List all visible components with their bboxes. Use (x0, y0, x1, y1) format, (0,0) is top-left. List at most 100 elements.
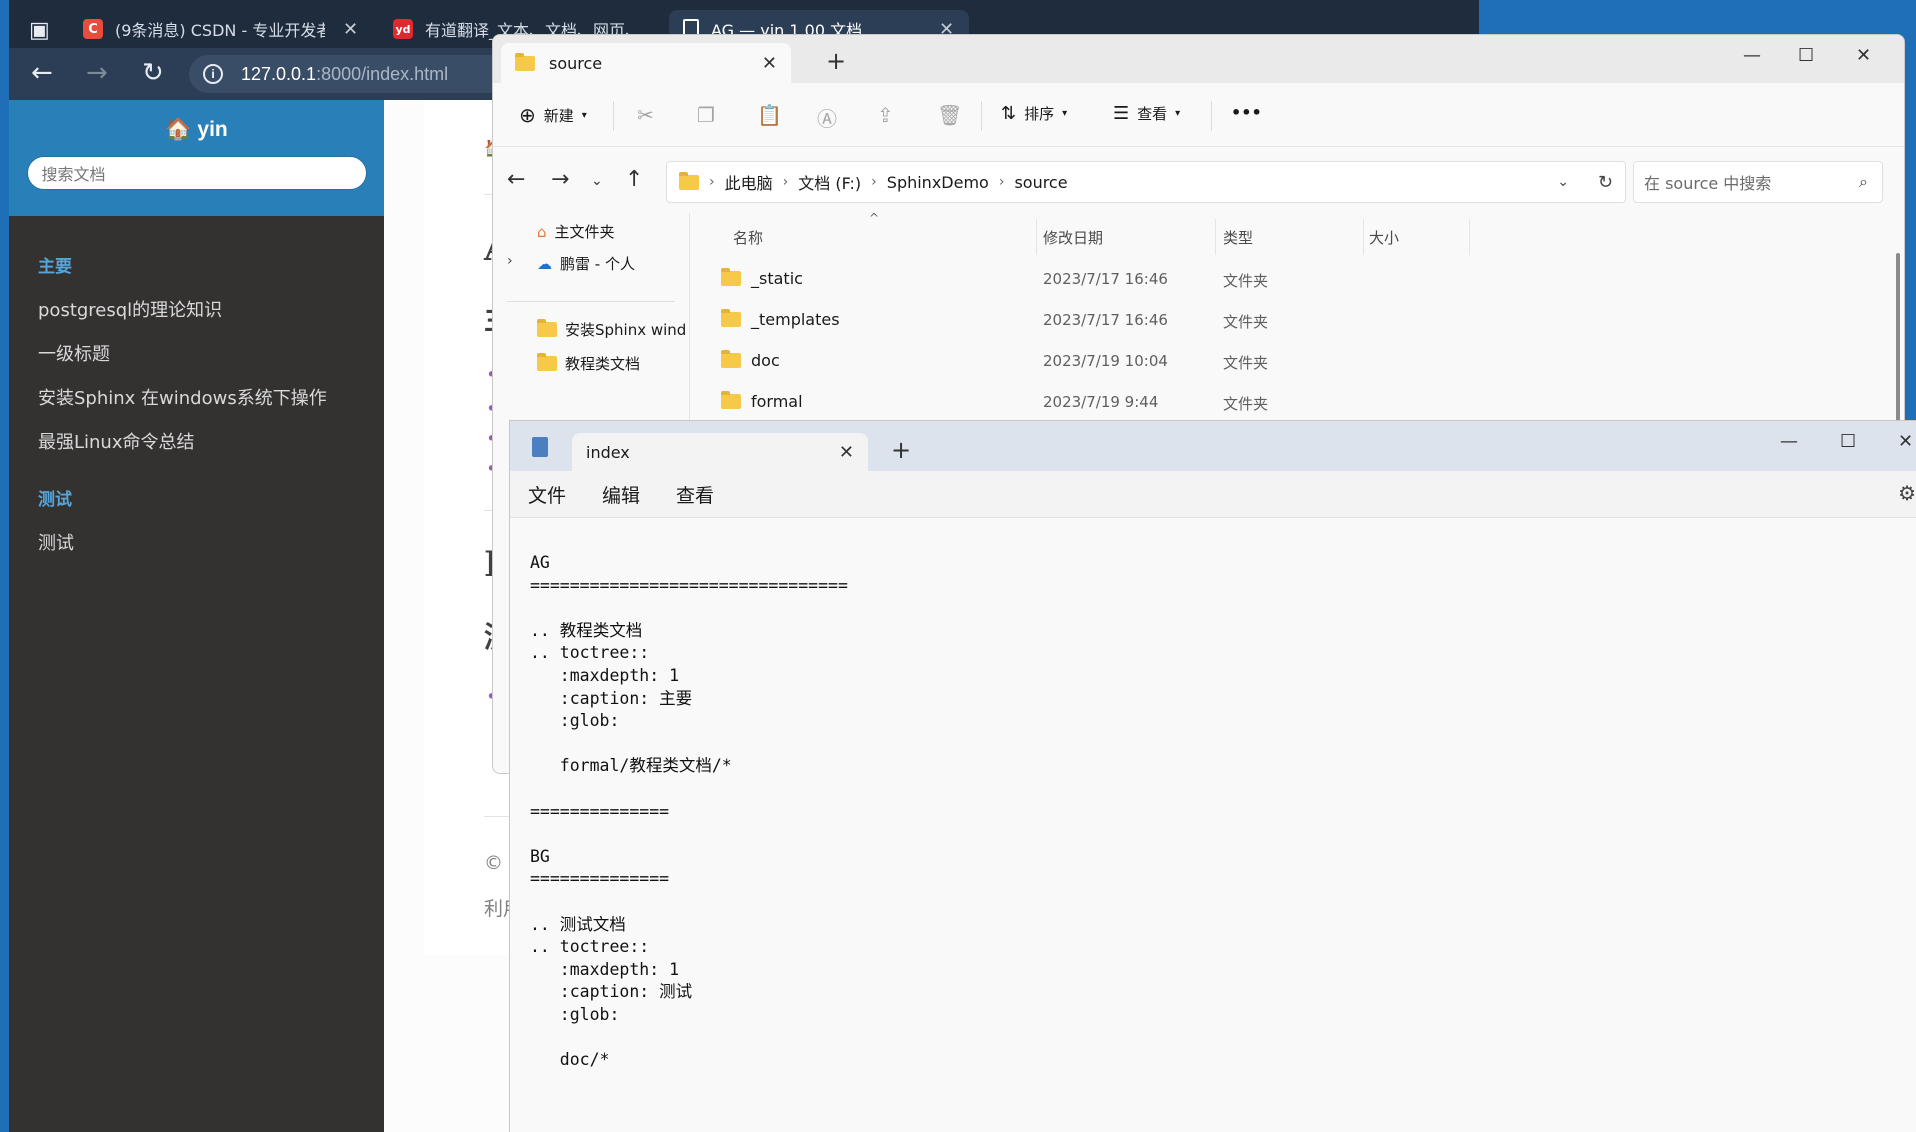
path-segment[interactable]: 文档 (F:) (798, 170, 861, 194)
chevron-right-icon[interactable]: › (507, 253, 513, 269)
file-row[interactable]: _static 2023/7/17 16:46 文件夹 (693, 259, 1904, 299)
file-date: 2023/7/19 9:44 (1043, 393, 1159, 411)
tab-index[interactable]: index ✕ (572, 433, 868, 471)
file-date: 2023/7/17 16:46 (1043, 270, 1168, 288)
column-header-size[interactable]: 大小 (1369, 227, 1399, 248)
file-row[interactable]: doc 2023/7/19 10:04 文件夹 (693, 341, 1904, 381)
forward-icon[interactable]: → (86, 60, 108, 86)
chevron-right-icon: › (998, 174, 1005, 190)
chevron-down-icon: ▾ (581, 109, 587, 121)
text-editor[interactable]: AG ================================ .. 教… (510, 517, 1916, 1132)
minimize-icon[interactable]: — (1780, 431, 1798, 452)
maximize-icon[interactable]: ☐ (1798, 45, 1814, 66)
column-separator[interactable] (1363, 219, 1364, 255)
new-tab-icon[interactable]: + (891, 436, 911, 464)
tab-label: source (549, 53, 603, 73)
up-icon[interactable]: ↑ (625, 167, 643, 192)
path-segment[interactable]: source (1014, 173, 1067, 192)
copy-icon[interactable]: ❐ (697, 103, 715, 127)
nav-item[interactable]: 最强Linux命令总结 (9, 419, 384, 463)
chevron-right-icon: › (871, 174, 877, 190)
column-header-type[interactable]: 类型 (1223, 227, 1253, 248)
view-button[interactable]: ☰ 查看 ▾ (1113, 103, 1180, 124)
brand-label: yin (197, 118, 228, 141)
close-icon[interactable]: ✕ (343, 19, 358, 40)
plus-circle-icon: ⊕ (519, 103, 536, 127)
menu-view[interactable]: 查看 (676, 481, 714, 507)
sidebar-item-folder[interactable]: 教程类文档 (537, 353, 687, 374)
cut-icon[interactable]: ✂ (637, 103, 654, 127)
column-separator[interactable] (1215, 219, 1216, 255)
chevron-right-icon: › (709, 174, 715, 190)
close-window-icon[interactable]: ✕ (1898, 431, 1913, 452)
file-row[interactable]: _templates 2023/7/17 16:46 文件夹 (693, 300, 1904, 340)
menu-edit[interactable]: 编辑 (602, 481, 640, 507)
sidebar-label: 安装Sphinx windows (565, 321, 687, 339)
rename-icon[interactable]: Ⓐ (817, 103, 837, 132)
more-options-icon[interactable]: ••• (1231, 103, 1262, 122)
nav-item[interactable]: 一级标题 (9, 331, 384, 375)
sort-label: 排序 (1024, 105, 1055, 123)
gear-icon[interactable]: ⚙ (1898, 481, 1916, 505)
sidebar-divider (507, 301, 675, 302)
tab-actions-icon[interactable]: ▣ (29, 18, 50, 44)
folder-icon (537, 353, 557, 371)
recent-locations-icon[interactable]: ⌄ (591, 173, 603, 189)
menu-file[interactable]: 文件 (528, 481, 566, 507)
search-input[interactable]: 在 source 中搜索 ⌕ (1633, 161, 1883, 203)
share-icon[interactable]: ⇪ (877, 103, 894, 127)
maximize-icon[interactable]: ☐ (1840, 431, 1856, 452)
docs-sidebar: 🏠 yin 搜索文档 主要 postgresql的理论知识 一级标题 安装Sph… (9, 100, 384, 1132)
close-icon[interactable]: ✕ (762, 53, 777, 74)
file-row[interactable]: formal 2023/7/19 9:44 文件夹 (693, 382, 1904, 422)
forward-icon[interactable]: → (551, 167, 569, 192)
close-icon[interactable]: ✕ (839, 442, 854, 463)
sidebar-item-home[interactable]: ⌂ 主文件夹 (537, 221, 687, 242)
column-header-date[interactable]: 修改日期 (1043, 227, 1103, 248)
nav-item[interactable]: 安装Sphinx 在windows系统下操作 (9, 375, 384, 419)
sort-icon: ⇅ (1001, 103, 1017, 124)
column-separator[interactable] (1469, 219, 1470, 255)
folder-icon (721, 350, 741, 368)
toolbar-separator (613, 101, 614, 131)
search-icon: ⌕ (1859, 172, 1868, 191)
new-button[interactable]: ⊕ 新建 ▾ (519, 103, 587, 127)
tab-csdn[interactable]: C (9条消息) CSDN - 专业开发者社区 ✕ (69, 10, 374, 48)
close-window-icon[interactable]: ✕ (1856, 45, 1871, 66)
paste-icon[interactable]: 📋 (757, 103, 782, 127)
info-icon[interactable]: i (203, 64, 223, 84)
back-icon[interactable]: ← (507, 167, 525, 192)
path-segment[interactable]: SphinxDemo (887, 173, 989, 192)
folder-icon (537, 319, 557, 337)
docs-brand-link[interactable]: 🏠 yin (165, 118, 228, 142)
back-icon[interactable]: ← (31, 60, 53, 86)
sidebar-item-folder[interactable]: 安装Sphinx windows (537, 319, 687, 340)
nav-item[interactable]: postgresql的理论知识 (9, 287, 384, 331)
file-type: 文件夹 (1223, 354, 1269, 372)
vertical-scrollbar[interactable] (1896, 253, 1900, 433)
refresh-icon[interactable]: ↻ (1598, 172, 1613, 193)
docs-search-input[interactable]: 搜索文档 (26, 156, 367, 190)
chevron-down-icon[interactable]: ⌄ (1557, 174, 1569, 190)
new-tab-icon[interactable]: + (826, 47, 846, 75)
sidebar-item-onedrive[interactable]: ☁ 鹏雷 - 个人 (537, 253, 687, 274)
minimize-icon[interactable]: — (1743, 45, 1761, 66)
tab-source[interactable]: source ✕ (501, 43, 791, 83)
delete-icon[interactable]: 🗑 (937, 103, 962, 127)
toolbar-separator (1211, 101, 1212, 131)
url-host: 127.0.0.1 (241, 63, 317, 84)
path-bar[interactable]: › 此电脑 › 文档 (F:) › SphinxDemo › source ⌄ … (666, 161, 1626, 203)
notepad-icon (532, 437, 548, 457)
file-name: _templates (751, 310, 840, 329)
column-separator[interactable] (1036, 219, 1037, 255)
tab-label: index (586, 442, 630, 462)
url-field[interactable]: i 127.0.0.1:8000/index.html (189, 55, 519, 93)
sort-button[interactable]: ⇅ 排序 ▾ (1001, 103, 1067, 124)
nav-item[interactable]: 测试 (9, 520, 384, 564)
view-label: 查看 (1137, 105, 1168, 123)
file-name: formal (751, 392, 803, 411)
column-header-name[interactable]: 名称 (733, 227, 763, 248)
path-segment[interactable]: 此电脑 (725, 170, 773, 194)
toolbar-separator (981, 101, 982, 131)
refresh-icon[interactable]: ↻ (142, 60, 164, 86)
